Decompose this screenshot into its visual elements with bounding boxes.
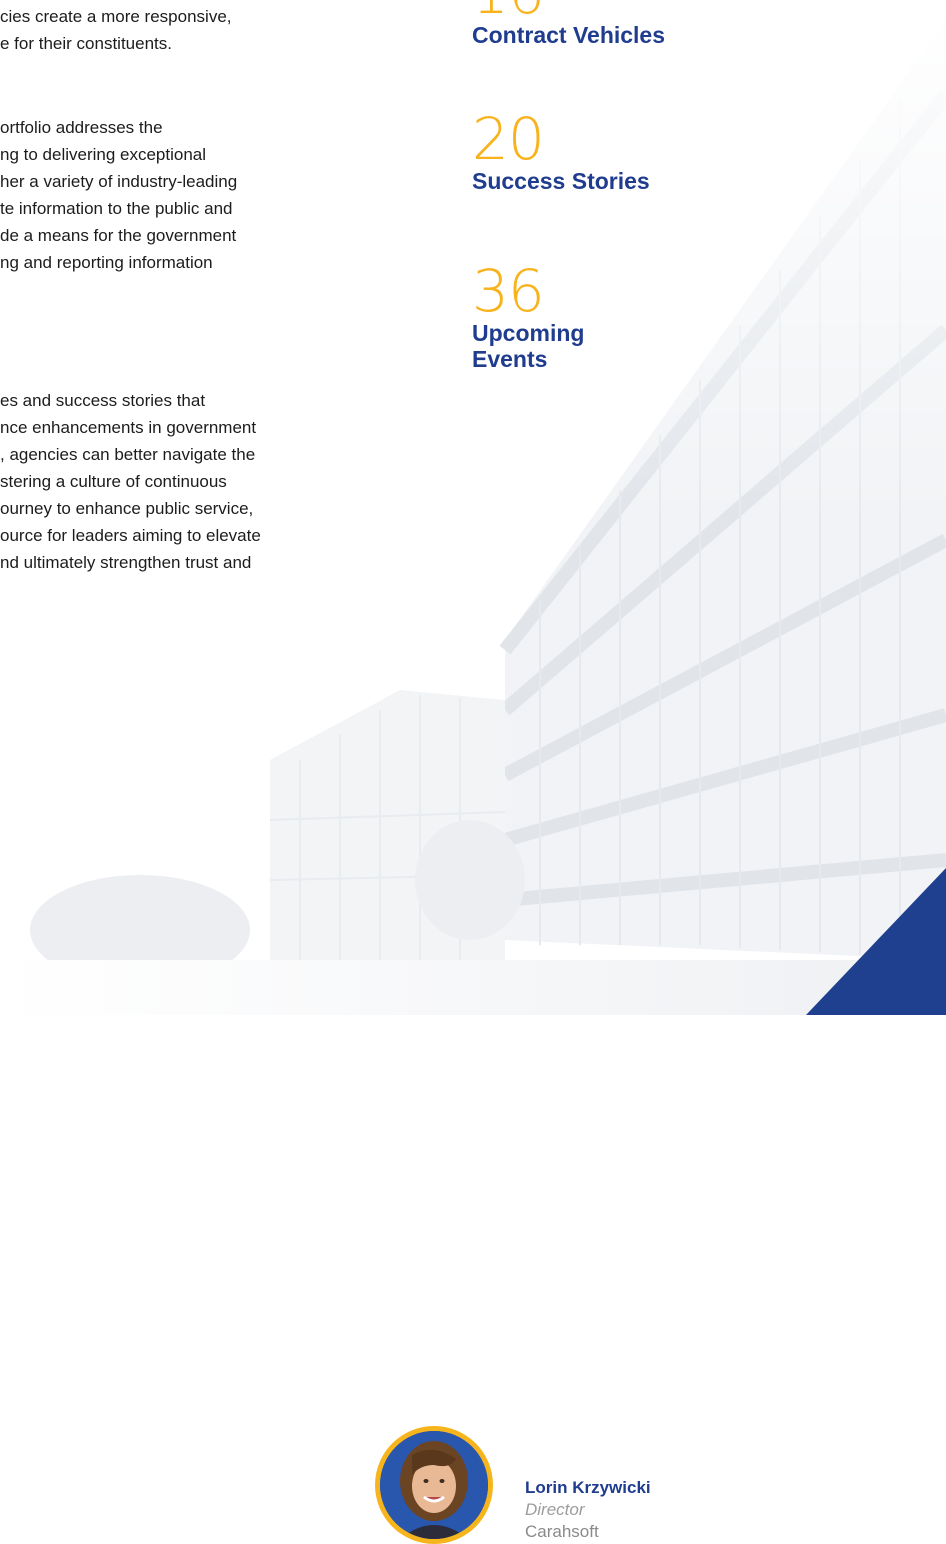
avatar-photo bbox=[380, 1431, 488, 1539]
stat-label: Upcoming Events bbox=[472, 320, 585, 372]
author-company: Carahsoft bbox=[525, 1522, 599, 1541]
stat-upcoming-events: 36 Upcoming Events bbox=[472, 262, 632, 372]
article-paragraph: cies create a more responsive, e for the… bbox=[0, 7, 232, 53]
stat-contract-vehicles: 16 Contract Vehicles bbox=[472, 0, 665, 48]
stat-number: 20 bbox=[472, 105, 545, 173]
stat-label: Success Stories bbox=[472, 168, 650, 194]
article-paragraph: es and success stories that nce enhancem… bbox=[0, 391, 261, 572]
stat-label: Contract Vehicles bbox=[472, 22, 666, 48]
corner-accent-shape bbox=[806, 868, 946, 1015]
author-name: Lorin Krzywicki bbox=[525, 1478, 651, 1497]
author-title: Director bbox=[525, 1500, 585, 1519]
stat-success-stories: 20 Success Stories bbox=[472, 110, 650, 194]
article-paragraph: ortfolio addresses the ng to delivering … bbox=[0, 118, 238, 272]
stat-number: 36 bbox=[472, 257, 545, 325]
stat-number: 16 bbox=[472, 0, 665, 22]
avatar bbox=[375, 1426, 493, 1544]
